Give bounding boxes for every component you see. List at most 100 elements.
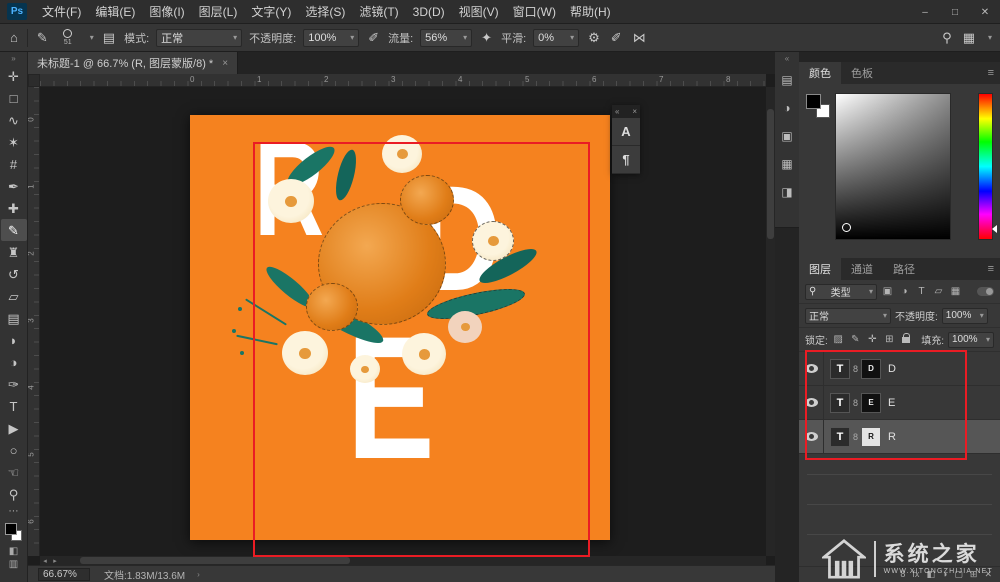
- smoothing-gear-icon[interactable]: ⚙: [586, 29, 602, 46]
- menu-file[interactable]: 文件(F): [35, 0, 88, 24]
- document-tab[interactable]: 未标题-1 @ 66.7% (R, 图层蒙版/8) * ×: [28, 52, 238, 74]
- move-tool-button[interactable]: ✛: [1, 65, 27, 87]
- filter-pixel-layers-icon[interactable]: ▣: [881, 286, 894, 297]
- visibility-toggle[interactable]: [799, 420, 824, 454]
- paragraph-panel-button[interactable]: ¶: [612, 146, 640, 174]
- saturation-brightness-field[interactable]: [835, 93, 951, 240]
- vertical-ruler[interactable]: 0 1 2 3 4 5 6: [28, 87, 40, 556]
- layer-mask-thumbnail[interactable]: R: [861, 427, 881, 447]
- scrollbar-thumb[interactable]: [80, 557, 350, 564]
- scroll-right-icon[interactable]: ▸: [50, 557, 60, 565]
- clone-source-panel-icon[interactable]: ◨: [775, 178, 799, 206]
- workspace-switcher-icon[interactable]: ▦: [961, 29, 977, 46]
- lock-artboard-icon[interactable]: ⊞: [883, 334, 896, 345]
- magic-wand-tool-button[interactable]: ✶: [1, 131, 27, 153]
- filter-kind-select[interactable]: ⚲ 类型 ▾: [805, 284, 877, 300]
- text-layer-thumbnail[interactable]: T: [830, 427, 850, 447]
- document-canvas[interactable]: R D E: [190, 115, 610, 540]
- menu-edit[interactable]: 编辑(E): [88, 0, 142, 24]
- lock-pixels-icon[interactable]: ✎: [849, 334, 862, 345]
- menu-layer[interactable]: 图层(L): [192, 0, 245, 24]
- menu-filter[interactable]: 滤镜(T): [352, 0, 405, 24]
- vertical-scrollbar[interactable]: [766, 87, 775, 556]
- foreground-color-swatch[interactable]: [806, 94, 821, 109]
- layer-mask-thumbnail[interactable]: D: [861, 359, 881, 379]
- menu-3d[interactable]: 3D(D): [406, 0, 452, 24]
- quick-mask-icon[interactable]: ◧: [1, 545, 27, 558]
- flow-select[interactable]: 56% ▾: [420, 29, 472, 47]
- collapse-panel-icon[interactable]: «: [615, 107, 619, 116]
- close-button[interactable]: ✕: [970, 0, 1000, 24]
- healing-brush-tool-button[interactable]: ✚: [1, 197, 27, 219]
- text-layer-thumbnail[interactable]: T: [830, 393, 850, 413]
- visibility-toggle[interactable]: [799, 352, 824, 386]
- pen-tool-button[interactable]: ✑: [1, 373, 27, 395]
- filter-adjustment-layers-icon[interactable]: ◑: [898, 286, 911, 297]
- home-icon[interactable]: ⌂: [8, 29, 20, 46]
- filter-shape-layers-icon[interactable]: ▱: [932, 286, 945, 297]
- filter-type-layers-icon[interactable]: T: [915, 286, 928, 297]
- airbrush-icon[interactable]: ✦: [479, 29, 494, 46]
- tab-layers[interactable]: 图层: [799, 258, 841, 280]
- screen-mode-icon[interactable]: ▥: [1, 558, 27, 571]
- layer-mask-thumbnail[interactable]: E: [861, 393, 881, 413]
- shape-tool-button[interactable]: ○: [1, 439, 27, 461]
- panel-menu-icon[interactable]: ≡: [982, 258, 1000, 280]
- hand-tool-button[interactable]: ☜: [1, 461, 27, 483]
- filter-smart-objects-icon[interactable]: ▦: [949, 286, 962, 297]
- blur-tool-button[interactable]: ◗: [1, 329, 27, 351]
- zoom-level-input[interactable]: 66.67%: [38, 568, 90, 581]
- layer-name[interactable]: D: [888, 363, 896, 375]
- filter-toggle-switch[interactable]: [977, 287, 994, 296]
- lasso-tool-button[interactable]: ∿: [1, 109, 27, 131]
- crop-tool-button[interactable]: #: [1, 153, 27, 175]
- brush-preset-picker[interactable]: 51: [57, 29, 79, 46]
- gradient-tool-button[interactable]: ▤: [1, 307, 27, 329]
- lock-position-icon[interactable]: ✛: [866, 334, 879, 345]
- hue-slider[interactable]: [978, 93, 993, 240]
- visibility-toggle[interactable]: [799, 386, 824, 420]
- scrollbar-thumb[interactable]: [767, 109, 774, 239]
- marquee-tool-button[interactable]: □: [1, 87, 27, 109]
- lock-transparency-icon[interactable]: ▨: [832, 334, 845, 345]
- search-icon[interactable]: ⚲: [940, 29, 954, 46]
- edit-toolbar-icon[interactable]: ⋯: [1, 505, 27, 518]
- zoom-tool-button[interactable]: ⚲: [1, 483, 27, 505]
- brush-panel-toggle-icon[interactable]: ▤: [101, 29, 117, 46]
- brush-tool-icon[interactable]: ✎: [35, 29, 50, 46]
- tab-color[interactable]: 颜色: [799, 62, 841, 84]
- path-selection-tool-button[interactable]: ▶: [1, 417, 27, 439]
- minimize-button[interactable]: –: [910, 0, 940, 24]
- tab-swatches[interactable]: 色板: [841, 62, 883, 84]
- close-tab-icon[interactable]: ×: [222, 58, 228, 69]
- eyedropper-tool-button[interactable]: ✒: [1, 175, 27, 197]
- lock-all-icon[interactable]: [902, 337, 910, 343]
- horizontal-scrollbar[interactable]: ◂ ▸: [40, 556, 766, 565]
- scroll-left-icon[interactable]: ◂: [40, 557, 50, 565]
- tab-channels[interactable]: 通道: [841, 258, 883, 280]
- foreground-background-swatches[interactable]: [2, 521, 26, 545]
- dodge-tool-button[interactable]: ◑: [1, 351, 27, 373]
- status-options-icon[interactable]: ›: [197, 570, 200, 579]
- menu-view[interactable]: 视图(V): [452, 0, 506, 24]
- opacity-select[interactable]: 100% ▾: [303, 29, 359, 47]
- chevron-down-icon[interactable]: ▾: [988, 33, 992, 42]
- menu-window[interactable]: 窗口(W): [506, 0, 563, 24]
- layer-opacity-select[interactable]: 100% ▾: [942, 308, 988, 324]
- close-panel-icon[interactable]: ×: [632, 107, 637, 116]
- foreground-background-swatches[interactable]: [806, 94, 832, 120]
- history-brush-tool-button[interactable]: ↺: [1, 263, 27, 285]
- layer-name[interactable]: E: [888, 397, 895, 409]
- chevron-down-icon[interactable]: ▾: [90, 33, 94, 42]
- menu-help[interactable]: 帮助(H): [563, 0, 618, 24]
- foreground-color-swatch[interactable]: [5, 523, 17, 535]
- smoothing-select[interactable]: 0% ▾: [533, 29, 579, 47]
- collapse-toolbar-icon[interactable]: »: [11, 52, 15, 65]
- symmetry-icon[interactable]: ⋈: [631, 29, 648, 46]
- libraries-panel-icon[interactable]: ▣: [775, 122, 799, 150]
- layer-row-r-selected[interactable]: T 8 R R: [799, 420, 1000, 454]
- tab-paths[interactable]: 路径: [883, 258, 925, 280]
- menu-select[interactable]: 选择(S): [298, 0, 352, 24]
- adjustments-panel-icon[interactable]: ◑: [775, 94, 799, 122]
- pressure-opacity-icon[interactable]: ✐: [366, 29, 381, 46]
